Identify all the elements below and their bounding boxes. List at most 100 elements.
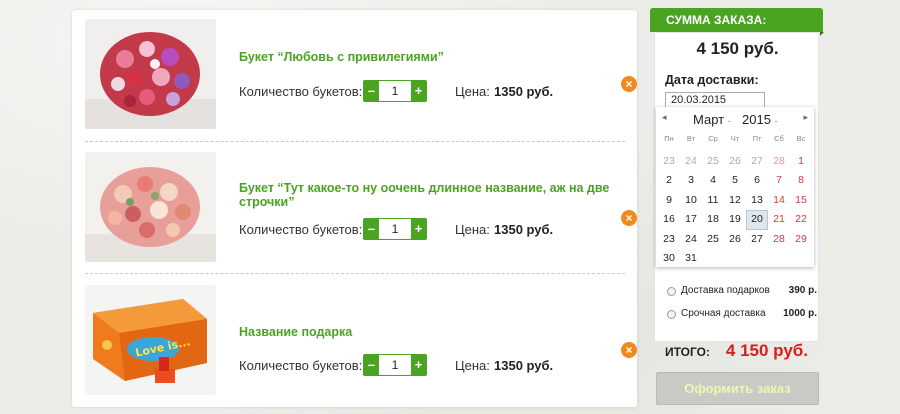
calendar-day[interactable]: 28 — [768, 230, 790, 250]
calendar-day[interactable]: 19 — [724, 210, 746, 230]
calendar-day[interactable]: 16 — [658, 210, 680, 230]
calendar-day[interactable]: 28 — [768, 152, 790, 172]
calendar-day[interactable]: 25 — [702, 230, 724, 250]
calendar-day[interactable]: 24 — [680, 152, 702, 172]
calendar-empty — [746, 249, 768, 269]
love-is-gift-box-photo[interactable]: Love is... — [85, 285, 216, 395]
cart-item: Букет “Любовь с привилегиями” Количество… — [85, 19, 637, 129]
calendar-day[interactable]: 8 — [790, 171, 812, 191]
calendar-day[interactable]: 15 — [790, 191, 812, 211]
option-label: Доставка подарков — [681, 285, 770, 296]
delivery-date-label: Дата доставки: — [665, 73, 759, 87]
rose-bouquet-photo[interactable] — [85, 152, 216, 262]
calendar-day[interactable]: 23 — [658, 230, 680, 250]
calendar-day[interactable]: 17 — [680, 210, 702, 230]
increase-button[interactable]: + — [411, 355, 426, 375]
quantity-label: Количество букетов: — [239, 84, 363, 99]
item-title[interactable]: Букет “Тут какое-то ну оочень длинное на… — [239, 181, 619, 209]
calendar-day[interactable]: 1 — [790, 152, 812, 172]
calendar-day[interactable]: 7 — [768, 171, 790, 191]
date-picker-popup: ◂ Март - 2015 - ▸ Пн Вт Ср Чт Пт Сб Вс 23 24 25 26… — [656, 107, 814, 267]
decrease-button[interactable]: – — [364, 81, 379, 101]
calendar-day[interactable]: 5 — [724, 171, 746, 191]
remove-item-icon[interactable]: × — [621, 210, 637, 226]
weekday-label: Вс — [796, 134, 806, 143]
calendar-day[interactable]: 22 — [790, 210, 812, 230]
calendar-day[interactable]: 4 — [702, 171, 724, 191]
quantity-input[interactable]: 1 — [379, 219, 411, 239]
cart-item: Love is... Название подарка Количество б… — [85, 285, 637, 395]
calendar-day[interactable]: 9 — [658, 191, 680, 211]
quantity-input[interactable]: 1 — [379, 81, 411, 101]
calendar-day[interactable]: 2 — [658, 171, 680, 191]
quantity-stepper: – 1 + — [363, 80, 427, 102]
calendar-day[interactable]: 30 — [658, 249, 680, 269]
item-title[interactable]: Букет “Любовь с привилегиями” — [239, 50, 619, 64]
calendar-header: ◂ Март - 2015 - ▸ — [656, 107, 814, 131]
final-total-label: ИТОГО: — [665, 345, 710, 359]
decrease-button[interactable]: – — [364, 219, 379, 239]
place-order-button[interactable]: Оформить заказ — [656, 372, 819, 405]
calendar-day[interactable]: 12 — [724, 191, 746, 211]
quantity-label: Количество букетов: — [239, 222, 363, 237]
item-divider — [85, 141, 625, 142]
option-label: Срочная доставка — [681, 308, 766, 319]
radio-button[interactable] — [667, 310, 676, 319]
calendar-day[interactable]: 26 — [724, 230, 746, 250]
cart-panel: Букет “Любовь с привилегиями” Количество… — [72, 10, 637, 407]
calendar-day[interactable]: 14 — [768, 191, 790, 211]
quantity-stepper: – 1 + — [363, 354, 427, 376]
order-total: 4 150 руб. — [696, 39, 779, 58]
option-price: 390 р. — [788, 285, 817, 296]
month-select[interactable]: Март - — [693, 112, 731, 127]
flower-bouquet-photo[interactable] — [85, 19, 216, 129]
price-label: Цена: — [455, 358, 490, 373]
price-label: Цена: — [455, 222, 490, 237]
final-total-value: 4 150 руб. — [725, 341, 808, 360]
calendar-empty — [768, 249, 790, 269]
increase-button[interactable]: + — [411, 219, 426, 239]
calendar-empty — [724, 249, 746, 269]
weekday-label: Чт — [730, 134, 740, 143]
radio-button[interactable] — [667, 287, 676, 296]
price-value: 1350 руб. — [494, 222, 554, 237]
calendar-day[interactable]: 25 — [702, 152, 724, 172]
item-divider — [85, 273, 625, 274]
calendar-day[interactable]: 29 — [790, 230, 812, 250]
weekday-label: Пн — [664, 134, 674, 143]
calendar-day[interactable]: 10 — [680, 191, 702, 211]
quantity-input[interactable]: 1 — [379, 355, 411, 375]
calendar-day[interactable]: 3 — [680, 171, 702, 191]
calendar-day[interactable]: 21 — [768, 210, 790, 230]
calendar-day[interactable]: 27 — [746, 152, 768, 172]
year-select[interactable]: 2015 - — [742, 112, 778, 127]
quantity-label: Количество букетов: — [239, 358, 363, 373]
weekday-label: Ср — [708, 134, 718, 143]
quantity-stepper: – 1 + — [363, 218, 427, 240]
calendar-day[interactable]: 24 — [680, 230, 702, 250]
price-value: 1350 руб. — [494, 84, 554, 99]
prev-month-icon[interactable]: ◂ — [662, 112, 667, 123]
calendar-day[interactable]: 6 — [746, 171, 768, 191]
remove-item-icon[interactable]: × — [621, 76, 637, 92]
decrease-button[interactable]: – — [364, 355, 379, 375]
increase-button[interactable]: + — [411, 81, 426, 101]
option-price: 1000 р. — [783, 308, 817, 319]
calendar-day[interactable]: 18 — [702, 210, 724, 230]
next-month-icon[interactable]: ▸ — [803, 112, 808, 123]
calendar-day[interactable]: 13 — [746, 191, 768, 211]
weekday-label: Пт — [752, 134, 762, 143]
calendar-day[interactable]: 26 — [724, 152, 746, 172]
calendar-empty — [702, 249, 724, 269]
calendar-day[interactable]: 23 — [658, 152, 680, 172]
price-label: Цена: — [455, 84, 490, 99]
calendar-grid: Пн Вт Ср Чт Пт Сб Вс 23 24 25 26 27 28 1 2 3 4 5 6 7 8 9 10 11 1… — [658, 132, 812, 269]
calendar-day[interactable]: 20 — [746, 210, 768, 230]
remove-item-icon[interactable]: × — [621, 342, 637, 358]
calendar-empty — [790, 249, 812, 269]
delivery-date-input[interactable]: 20.03.2015 — [665, 92, 765, 108]
calendar-day[interactable]: 27 — [746, 230, 768, 250]
item-title[interactable]: Название подарка — [239, 325, 619, 339]
calendar-day[interactable]: 31 — [680, 249, 702, 269]
calendar-day[interactable]: 11 — [702, 191, 724, 211]
